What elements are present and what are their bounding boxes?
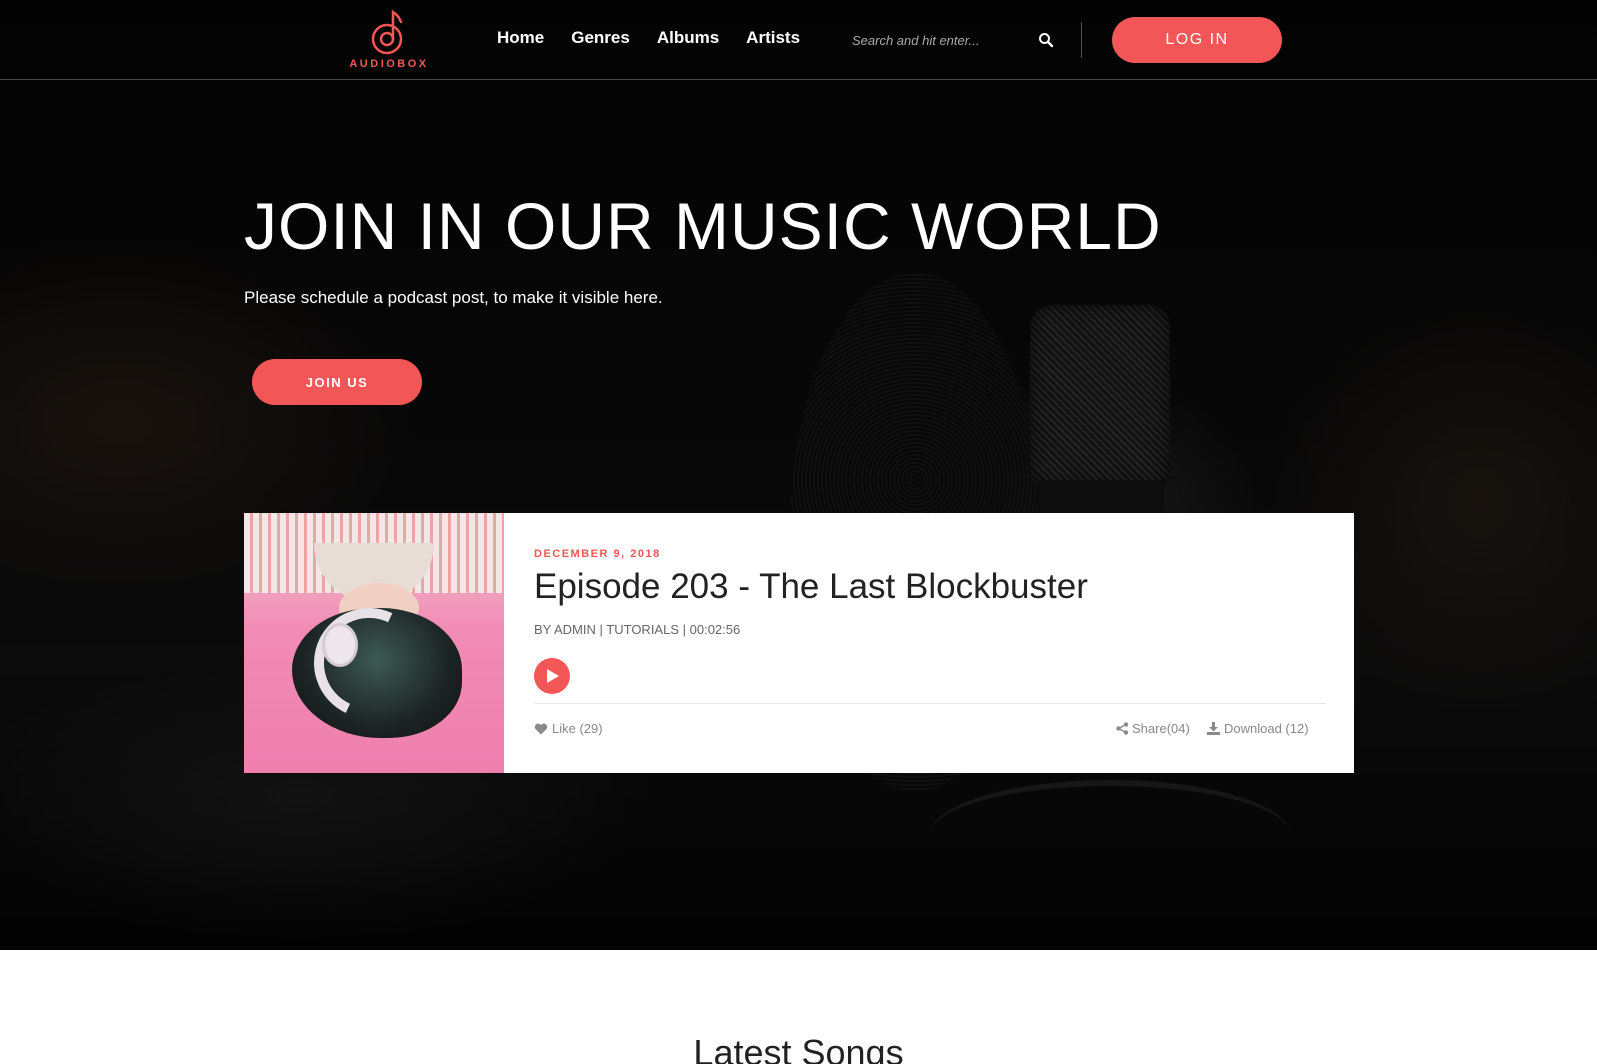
share-label: Share(04) (1132, 721, 1190, 736)
podcast-duration: 00:02:56 (689, 622, 741, 637)
podcast-cover-image[interactable] (244, 513, 504, 773)
search-icon[interactable] (1038, 32, 1054, 48)
like-button[interactable]: Like (29) (534, 721, 603, 736)
like-label: Like (29) (552, 721, 603, 736)
nav-item-artists[interactable]: Artists (746, 28, 800, 48)
search-input[interactable] (852, 27, 1022, 53)
download-label: Download (12) (1224, 721, 1309, 736)
hero-background (0, 0, 1597, 950)
nav-item-home[interactable]: Home (497, 28, 544, 48)
latest-songs-title: Latest Songs (693, 1032, 904, 1064)
join-us-button[interactable]: JOIN US (252, 359, 422, 405)
nav-item-albums[interactable]: Albums (657, 28, 719, 48)
search-box (852, 27, 1054, 53)
login-button[interactable]: LOG IN (1112, 17, 1282, 63)
logo-text: AUDIOBOX (349, 58, 429, 70)
download-button[interactable]: Download (12) (1207, 721, 1309, 736)
nav-item-genres[interactable]: Genres (571, 28, 630, 48)
page: AUDIOBOX Home Genres Albums Artists LOG … (0, 0, 1597, 1064)
hero-overlay (0, 0, 1597, 950)
podcast-category[interactable]: TUTORIALS (606, 622, 679, 637)
podcast-author[interactable]: BY ADMIN (534, 622, 596, 637)
logo[interactable]: AUDIOBOX (344, 6, 434, 72)
heart-icon (534, 723, 548, 734)
download-icon (1207, 722, 1220, 735)
podcast-date: DECEMBER 9, 2018 (534, 548, 661, 560)
podcast-card-body: DECEMBER 9, 2018 Episode 203 - The Last … (534, 513, 1326, 773)
main-nav: Home Genres Albums Artists (497, 28, 800, 48)
podcast-meta: BY ADMIN | TUTORIALS | 00:02:56 (534, 622, 740, 637)
music-note-logo-icon (371, 9, 403, 55)
podcast-title[interactable]: Episode 203 - The Last Blockbuster (534, 567, 1088, 607)
headphone-cup-detail (322, 623, 358, 667)
podcast-card: DECEMBER 9, 2018 Episode 203 - The Last … (244, 513, 1354, 773)
hero-title: JOIN IN OUR MUSIC WORLD (244, 189, 1162, 263)
hero-subtitle: Please schedule a podcast post, to make … (244, 288, 663, 307)
meta-separator: | (682, 622, 690, 637)
play-icon (547, 669, 559, 683)
play-button[interactable] (534, 658, 570, 694)
share-button[interactable]: Share(04) (1116, 721, 1190, 736)
site-header: AUDIOBOX Home Genres Albums Artists LOG … (0, 0, 1597, 80)
card-divider (534, 703, 1326, 704)
header-divider (1081, 22, 1082, 58)
share-icon (1116, 722, 1129, 735)
